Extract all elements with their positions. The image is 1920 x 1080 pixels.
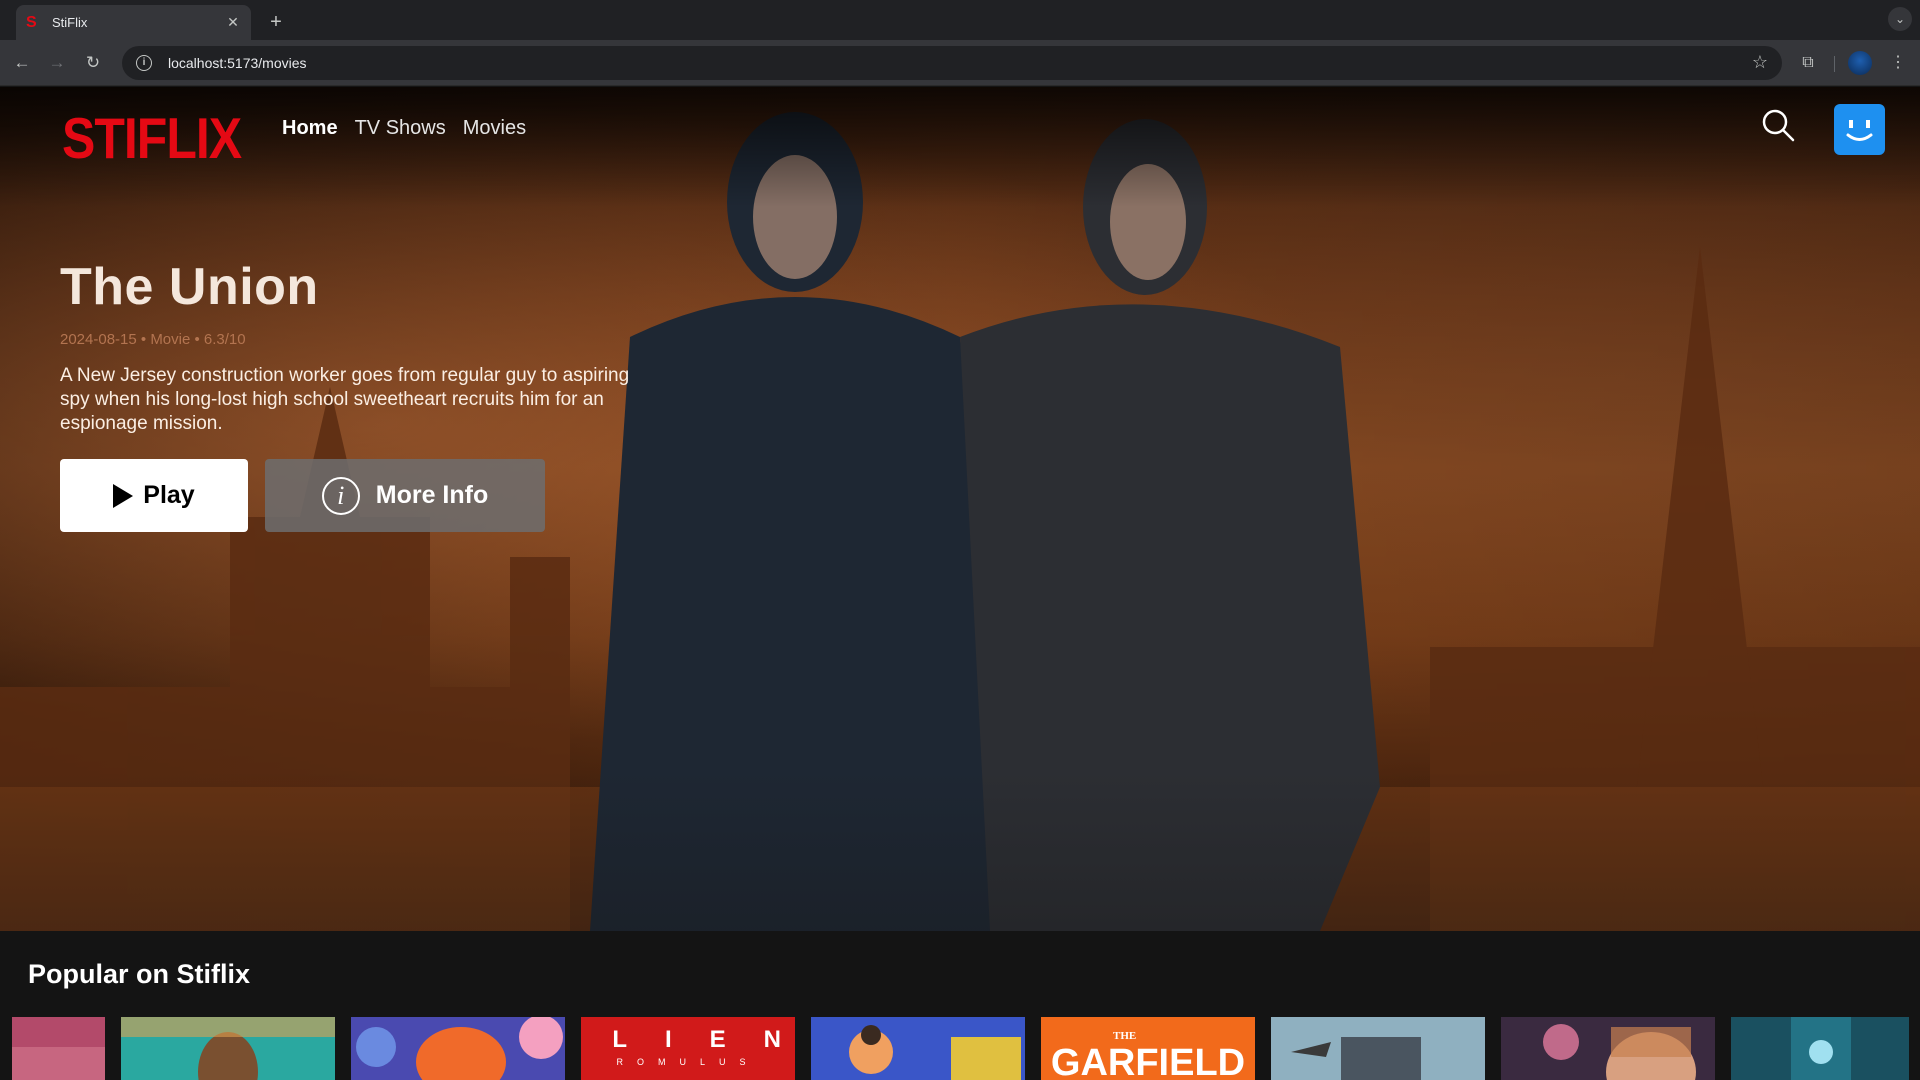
browser-toolbar: ← → ↻ i localhost:5173/movies ☆ ⧉ ⋮ <box>0 40 1920 86</box>
nav-link-tv-shows[interactable]: TV Shows <box>355 117 446 140</box>
stiflix-favicon-icon: S <box>26 13 37 31</box>
profile-avatar[interactable] <box>1834 104 1885 155</box>
bookmark-star-icon[interactable]: ☆ <box>1752 52 1768 73</box>
browser-tab[interactable]: S StiFlix ✕ <box>16 5 251 40</box>
poster-card[interactable]: ALIEN ROMULUS <box>581 1017 795 1080</box>
play-label: Play <box>143 481 195 509</box>
hero-description: A New Jersey construction worker goes fr… <box>60 365 630 434</box>
svg-text:ALIEN: ALIEN <box>581 1026 795 1053</box>
site-info-icon[interactable]: i <box>136 55 152 71</box>
url-text: localhost:5173/movies <box>168 55 307 71</box>
hero-meta: 2024-08-15 • Movie • 6.3/10 <box>60 331 246 348</box>
svg-text:ROMULUS: ROMULUS <box>616 1057 759 1067</box>
top-nav: STIFLIX Home TV Shows Movies <box>0 87 1920 177</box>
forward-icon[interactable]: → <box>45 51 69 75</box>
hero-bottom-gradient <box>0 771 1920 931</box>
hero-buttons: Play i More Info <box>60 459 545 532</box>
play-button[interactable]: Play <box>60 459 248 532</box>
nav-links: Home TV Shows Movies <box>282 117 526 140</box>
info-icon: i <box>321 476 360 515</box>
svg-text:GARFIELD: GARFIELD <box>1051 1042 1245 1080</box>
browser-menu-icon[interactable]: ⋮ <box>1886 51 1910 75</box>
svg-text:THE: THE <box>1113 1030 1136 1042</box>
poster-card[interactable] <box>351 1017 565 1080</box>
address-bar[interactable]: i localhost:5173/movies ☆ <box>122 46 1782 80</box>
search-icon[interactable] <box>1760 107 1796 143</box>
stiflix-page: STIFLIX Home TV Shows Movies The Union 2… <box>0 87 1920 1080</box>
hero-title: The Union <box>60 258 319 316</box>
poster-card[interactable] <box>121 1017 335 1080</box>
poster-card[interactable] <box>12 1017 105 1080</box>
poster-card[interactable] <box>1731 1017 1909 1080</box>
browser-tab-bar: S StiFlix ✕ + ⌄ <box>0 0 1920 40</box>
back-icon[interactable]: ← <box>10 51 34 75</box>
play-icon <box>113 483 134 508</box>
reload-icon[interactable]: ↻ <box>81 51 105 75</box>
close-tab-icon[interactable]: ✕ <box>225 14 241 31</box>
more-info-button[interactable]: i More Info <box>265 459 545 532</box>
poster-card[interactable] <box>811 1017 1025 1080</box>
smiley-face-icon <box>1846 120 1873 141</box>
extensions-icon[interactable]: ⧉ <box>1796 51 1820 75</box>
hero-content: The Union 2024-08-15 • Movie • 6.3/10 A … <box>60 257 640 436</box>
stiflix-logo[interactable]: STIFLIX <box>62 105 242 172</box>
tab-search-button[interactable]: ⌄ <box>1888 7 1912 31</box>
more-info-label: More Info <box>375 481 489 509</box>
poster-card[interactable] <box>1271 1017 1485 1080</box>
new-tab-button[interactable]: + <box>262 8 290 36</box>
poster-carousel: ALIEN ROMULUS THE GARFIELD <box>0 1017 1920 1080</box>
hero-banner: STIFLIX Home TV Shows Movies The Union 2… <box>0 87 1920 931</box>
nav-link-movies[interactable]: Movies <box>463 117 526 140</box>
poster-card[interactable] <box>1501 1017 1715 1080</box>
poster-card[interactable]: THE GARFIELD <box>1041 1017 1255 1080</box>
toolbar-divider <box>1834 56 1835 72</box>
nav-link-home[interactable]: Home <box>282 117 338 140</box>
browser-profile-avatar[interactable] <box>1848 51 1872 75</box>
row-title: Popular on Stiflix <box>28 959 251 989</box>
tab-title: StiFlix <box>52 15 88 30</box>
